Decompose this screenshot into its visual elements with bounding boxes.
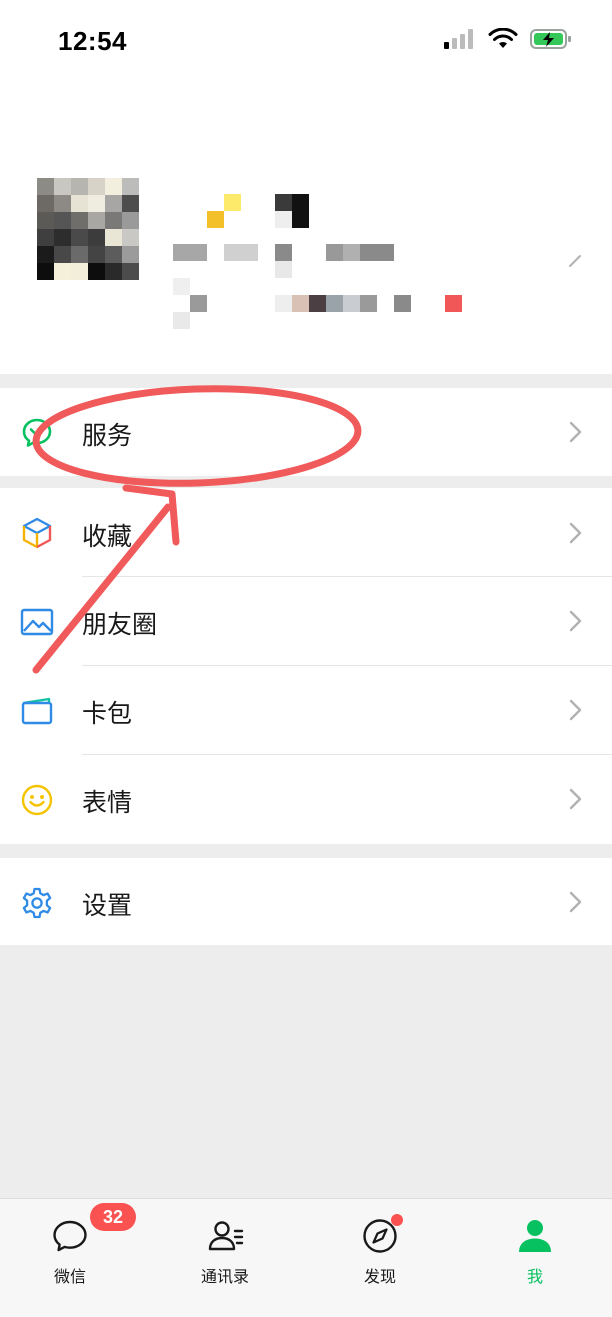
- favorites-label: 收藏: [82, 522, 133, 551]
- chevron-right-icon: [569, 891, 582, 913]
- wifi-icon: [488, 28, 518, 48]
- card-wallet-icon: [21, 697, 53, 725]
- chevron-right-icon: [569, 788, 582, 810]
- menu-item-settings[interactable]: 设置: [0, 858, 612, 945]
- menu-item-stickers[interactable]: 表情: [0, 755, 612, 844]
- battery-charging-icon: [530, 29, 571, 49]
- chat-bubble-icon: [53, 1220, 87, 1252]
- tab-me-label: 我: [526, 1267, 543, 1286]
- bottom-tab-bar: 32 微信 通讯录 发现 我: [0, 1198, 612, 1317]
- tab-discover[interactable]: 发现: [330, 1213, 430, 1293]
- service-label: 服务: [82, 421, 133, 450]
- menu-item-cards[interactable]: 卡包: [0, 666, 612, 755]
- moments-image-icon: [20, 608, 54, 636]
- gear-icon: [22, 887, 52, 919]
- menu-item-moments[interactable]: 朋友圈: [0, 577, 612, 666]
- chevron-right-icon: [569, 522, 582, 544]
- moments-label: 朋友圈: [82, 610, 158, 639]
- cards-label: 卡包: [82, 699, 133, 728]
- profile-arrow-icon[interactable]: [568, 254, 582, 268]
- status-icons: [444, 28, 572, 50]
- me-person-icon: [519, 1220, 551, 1252]
- stickers-label: 表情: [82, 788, 133, 817]
- settings-label: 设置: [82, 891, 133, 920]
- smiley-icon: [21, 784, 53, 816]
- section-separator: [0, 374, 612, 388]
- new-moments-dot: [391, 1214, 403, 1226]
- cellular-signal-icon: [444, 29, 473, 49]
- section-separator: [0, 844, 612, 858]
- tab-chats[interactable]: 32 微信: [20, 1203, 136, 1293]
- chevron-right-icon: [569, 610, 582, 632]
- status-bar: 12:54: [0, 0, 612, 84]
- tab-contacts-label: 通讯录: [200, 1267, 249, 1286]
- favorites-cube-icon: [22, 517, 52, 549]
- profile-header[interactable]: [0, 84, 612, 374]
- section-separator: [0, 476, 612, 488]
- menu-item-favorites[interactable]: 收藏: [0, 488, 612, 577]
- status-time: 12:54: [58, 26, 127, 56]
- tab-discover-label: 发现: [363, 1267, 396, 1286]
- tab-chats-label: 微信: [53, 1267, 86, 1286]
- avatar[interactable]: [37, 178, 139, 280]
- tab-me[interactable]: 我: [485, 1213, 585, 1293]
- chevron-right-icon: [569, 421, 582, 443]
- service-icon: [22, 418, 52, 447]
- contacts-icon: [208, 1221, 244, 1251]
- chevron-right-icon: [569, 699, 582, 721]
- tab-contacts[interactable]: 通讯录: [175, 1213, 275, 1293]
- unread-badge: 32: [90, 1203, 136, 1231]
- menu-item-service[interactable]: 服务: [0, 388, 612, 476]
